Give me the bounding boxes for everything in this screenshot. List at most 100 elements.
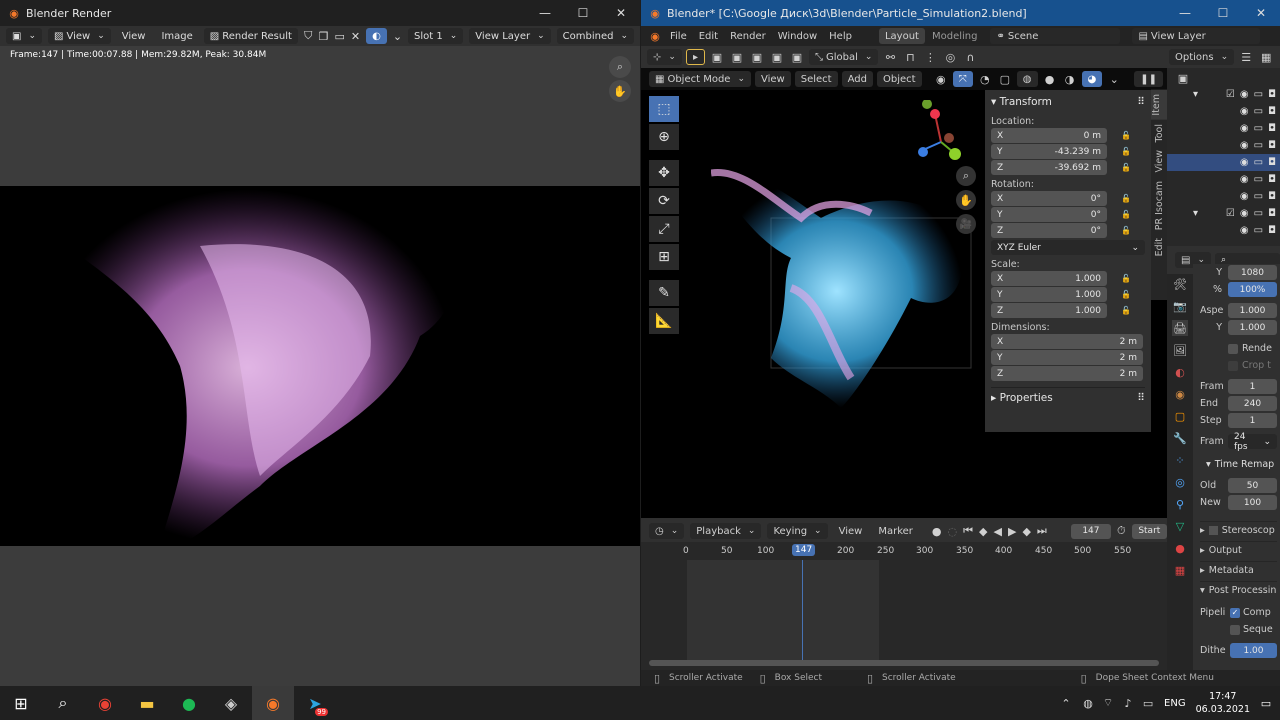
outliner-row[interactable]: ▾ ☑ ◉ ▭ ◘ bbox=[1167, 86, 1280, 103]
3d-viewport[interactable]: ▦Object Mode View Select Add Object ◉ ⤧ … bbox=[641, 68, 1167, 518]
time-remap-header[interactable]: ▾ Time Remap bbox=[1200, 456, 1277, 473]
constraints-tab-icon[interactable]: ⚲ bbox=[1172, 496, 1188, 512]
tab-pr-isocam[interactable]: PR Isocam bbox=[1154, 177, 1165, 234]
monitor-icon[interactable]: ▭ bbox=[1254, 157, 1263, 168]
maximize-button[interactable]: ☐ bbox=[564, 6, 602, 20]
lock-icon[interactable]: 🔓 bbox=[1121, 306, 1131, 315]
location-field[interactable]: Y -43.239 m bbox=[991, 144, 1107, 159]
app-icon[interactable]: ◈ bbox=[210, 686, 252, 720]
overlay-icon[interactable]: ◔ bbox=[977, 71, 993, 87]
gizmo-toggle-icon[interactable]: ⤧ bbox=[952, 71, 973, 87]
scale-field[interactable]: X 1.000 bbox=[991, 271, 1107, 286]
drag-handle-icon[interactable]: ⠿ bbox=[1137, 392, 1145, 404]
zoom-icon[interactable]: ⌕ bbox=[609, 56, 631, 78]
jump-start-icon[interactable]: ⏮ bbox=[963, 523, 973, 539]
outliner-row[interactable]: ◉ ▭ ◘ bbox=[1167, 188, 1280, 205]
monitor-icon[interactable]: ▭ bbox=[1254, 208, 1263, 219]
outliner-row[interactable]: ◉ ▭ ◘ bbox=[1167, 120, 1280, 137]
camera-icon[interactable]: ◘ bbox=[1268, 174, 1276, 185]
texture-tab-icon[interactable]: ▦ bbox=[1172, 562, 1188, 578]
render-region-checkbox[interactable] bbox=[1228, 343, 1238, 354]
maximize-button[interactable]: ☐ bbox=[1204, 6, 1242, 20]
tab-layout[interactable]: Layout bbox=[878, 28, 925, 44]
lock-icon[interactable]: 🔓 bbox=[1121, 290, 1131, 299]
view-menu[interactable]: View bbox=[755, 71, 791, 87]
mode-selector[interactable]: ▦ Object Mode bbox=[649, 71, 751, 87]
add-menu[interactable]: Add bbox=[841, 71, 873, 87]
spotify-icon[interactable]: ● bbox=[168, 686, 210, 720]
camera-icon[interactable]: ◘ bbox=[1268, 157, 1276, 168]
file-explorer-icon[interactable]: ▬ bbox=[126, 686, 168, 720]
edit-menu[interactable]: Edit bbox=[694, 31, 723, 42]
select-box-tool-icon[interactable]: ▸ bbox=[685, 49, 705, 65]
camera-icon[interactable]: ◘ bbox=[1268, 225, 1276, 236]
next-keyframe-icon[interactable]: ◆ bbox=[1022, 523, 1030, 539]
eye-icon[interactable]: ◉ bbox=[1240, 208, 1249, 219]
eye-icon[interactable]: ◉ bbox=[1240, 174, 1249, 185]
proportional-edit-icon[interactable]: ◎ bbox=[942, 49, 958, 65]
visibility-icon[interactable]: ◉ bbox=[933, 71, 949, 87]
select-menu[interactable]: Select bbox=[794, 71, 838, 87]
pan-hand-icon[interactable]: ✋ bbox=[956, 190, 976, 210]
lock-icon[interactable]: 🔓 bbox=[1121, 274, 1131, 283]
view-layer-selector[interactable]: View Layer bbox=[469, 28, 551, 44]
minimize-button[interactable]: — bbox=[526, 6, 564, 20]
frame-end-field[interactable]: 240 bbox=[1228, 396, 1277, 411]
network-icon[interactable]: ◍ bbox=[1080, 695, 1096, 711]
blender-taskbar-icon[interactable]: ◉ bbox=[252, 686, 294, 720]
checkbox-icon[interactable]: ☑ bbox=[1226, 89, 1235, 100]
pass-selector[interactable]: Combined bbox=[556, 28, 634, 44]
object-menu[interactable]: Object bbox=[876, 71, 922, 87]
modifier-tab-icon[interactable]: 🔧 bbox=[1172, 430, 1188, 446]
current-frame-marker[interactable]: 147 bbox=[792, 544, 816, 556]
clock[interactable]: 17:47 06.03.2021 bbox=[1196, 690, 1250, 716]
eye-icon[interactable]: ◉ bbox=[1240, 140, 1249, 151]
stereoscopy-header[interactable]: ▸ Stereoscop bbox=[1200, 521, 1277, 538]
material-tab-icon[interactable]: ● bbox=[1172, 540, 1188, 556]
scale-field[interactable]: Z 1.000 bbox=[991, 303, 1107, 318]
lock-icon[interactable]: 🔓 bbox=[1121, 210, 1131, 219]
rotation-field[interactable]: X 0° bbox=[991, 191, 1107, 206]
language-indicator[interactable]: ENG bbox=[1164, 698, 1186, 709]
monitor-icon[interactable]: ▭ bbox=[1254, 123, 1263, 134]
drag-handle-icon[interactable]: ⠿ bbox=[1137, 96, 1145, 108]
camera-icon[interactable]: ◘ bbox=[1268, 123, 1276, 134]
render-tab-icon[interactable]: 📷 bbox=[1172, 298, 1188, 314]
image-browse[interactable]: ▨ Render Result bbox=[203, 28, 298, 44]
play-icon[interactable]: ▶ bbox=[1008, 523, 1016, 539]
record-icon[interactable]: ● bbox=[932, 523, 942, 539]
telegram-icon[interactable]: ➤ 99 bbox=[294, 686, 336, 720]
monitor-icon[interactable]: ▭ bbox=[1254, 191, 1263, 202]
select-box-tool-icon[interactable]: ⬚ bbox=[649, 96, 679, 122]
outliner-row[interactable]: ◉ ▭ ◘ bbox=[1167, 171, 1280, 188]
shading-rendered-icon[interactable]: ◕ bbox=[1081, 71, 1103, 87]
minimize-button[interactable]: — bbox=[1166, 6, 1204, 20]
pivot-icon[interactable]: ⚯ bbox=[882, 49, 898, 65]
keying-set-icon[interactable]: ◌ bbox=[948, 523, 958, 539]
scale-tool-icon[interactable]: ⤢ bbox=[649, 216, 679, 242]
aspect-y-field[interactable]: 1.000 bbox=[1228, 320, 1277, 335]
physics-tab-icon[interactable]: ◎ bbox=[1172, 474, 1188, 490]
shading-wireframe-icon[interactable]: ◍ bbox=[1016, 71, 1038, 87]
keying-menu[interactable]: Keying bbox=[767, 523, 828, 539]
annotate-tool-icon[interactable]: ✎ bbox=[649, 280, 679, 306]
frame-start-field[interactable]: 1 bbox=[1228, 379, 1277, 394]
monitor-icon[interactable]: ▭ bbox=[1254, 89, 1263, 100]
camera-view-icon[interactable]: 🎥 bbox=[956, 214, 976, 234]
outliner-row[interactable]: ◉ ▭ ◘ bbox=[1167, 154, 1280, 171]
output-header[interactable]: ▸ Output bbox=[1200, 541, 1277, 558]
open-folder-icon[interactable]: ▭ bbox=[334, 28, 344, 44]
monitor-icon[interactable]: ▭ bbox=[1254, 106, 1263, 117]
eye-icon[interactable]: ◉ bbox=[1240, 225, 1249, 236]
tool-tab-icon[interactable]: 🛠 bbox=[1172, 276, 1188, 292]
window-menu[interactable]: Window bbox=[773, 31, 822, 42]
output-tab-icon[interactable]: 🖨 bbox=[1172, 320, 1188, 336]
checkbox-icon[interactable]: ☑ bbox=[1226, 208, 1235, 219]
measure-tool-icon[interactable]: 📐 bbox=[649, 308, 679, 334]
move-tool-icon[interactable]: ✥ bbox=[649, 160, 679, 186]
duplicate-icon[interactable]: ❐ bbox=[319, 28, 329, 44]
res-y-field[interactable]: 1080 bbox=[1228, 265, 1277, 280]
rotation-mode-selector[interactable]: XYZ Euler bbox=[991, 240, 1145, 255]
view-layer-tab-icon[interactable]: 🖼 bbox=[1172, 342, 1188, 358]
eye-icon[interactable]: ◉ bbox=[1240, 89, 1249, 100]
